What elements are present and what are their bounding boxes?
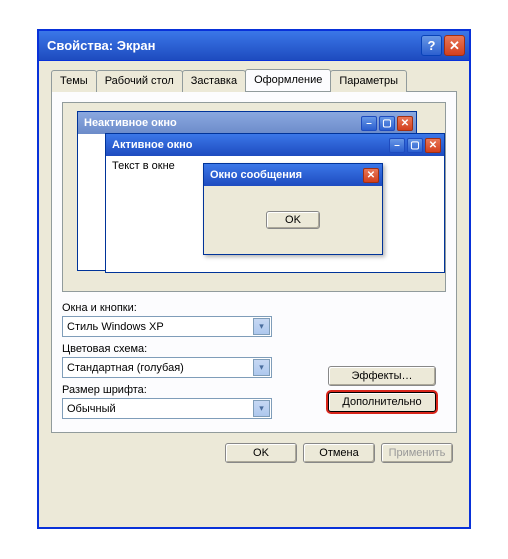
preview-active-titlebar: Активное окно – ▢ ✕ xyxy=(106,134,444,156)
preview-msgbox: Окно сообщения ✕ OK xyxy=(203,163,383,255)
preview-msgbox-title: Окно сообщения xyxy=(210,169,361,181)
maximize-icon: ▢ xyxy=(407,138,423,153)
preview-msgbox-body: OK xyxy=(204,186,382,254)
combo-scheme-value: Стандартная (голубая) xyxy=(67,362,253,374)
titlebar: Свойства: Экран ? ✕ xyxy=(39,31,469,61)
chevron-down-icon: ▾ xyxy=(253,318,270,335)
cancel-button[interactable]: Отмена xyxy=(303,443,375,463)
close-icon: ✕ xyxy=(363,168,379,183)
label-windows-buttons: Окна и кнопки: xyxy=(62,302,446,314)
combo-scheme[interactable]: Стандартная (голубая) ▾ xyxy=(62,357,272,378)
preview-sample-text: Текст в окне xyxy=(112,160,175,172)
preview-msgbox-titlebar: Окно сообщения ✕ xyxy=(204,164,382,186)
help-button[interactable]: ? xyxy=(421,35,442,56)
combo-style[interactable]: Стиль Windows XP ▾ xyxy=(62,316,272,337)
tab-screensaver[interactable]: Заставка xyxy=(182,70,246,92)
tab-body-appearance: Неактивное окно – ▢ ✕ Активное окно – ▢ … xyxy=(51,91,457,433)
combo-fontsize[interactable]: Обычный ▾ xyxy=(62,398,272,419)
close-icon: ✕ xyxy=(397,116,413,131)
display-properties-dialog: Свойства: Экран ? ✕ Темы Рабочий стол За… xyxy=(38,30,470,528)
combo-fontsize-value: Обычный xyxy=(67,403,253,415)
controls-area: Окна и кнопки: Стиль Windows XP ▾ Цветов… xyxy=(62,302,446,422)
chevron-down-icon: ▾ xyxy=(253,400,270,417)
right-buttons: Эффекты… Дополнительно xyxy=(328,366,436,412)
close-icon: ✕ xyxy=(425,138,441,153)
client-area: Темы Рабочий стол Заставка Оформление Па… xyxy=(39,61,469,473)
tab-appearance[interactable]: Оформление xyxy=(245,69,331,91)
close-button[interactable]: ✕ xyxy=(444,35,465,56)
window-title: Свойства: Экран xyxy=(47,38,419,53)
advanced-button[interactable]: Дополнительно xyxy=(328,392,436,412)
preview-inactive-titlebar: Неактивное окно – ▢ ✕ xyxy=(78,112,416,134)
minimize-icon: – xyxy=(361,116,377,131)
minimize-icon: – xyxy=(389,138,405,153)
preview-inactive-title: Неактивное окно xyxy=(84,117,359,129)
effects-button[interactable]: Эффекты… xyxy=(328,366,436,386)
tabstrip: Темы Рабочий стол Заставка Оформление Па… xyxy=(51,69,457,91)
chevron-down-icon: ▾ xyxy=(253,359,270,376)
dialog-buttons: OK Отмена Применить xyxy=(51,443,457,463)
apply-button[interactable]: Применить xyxy=(381,443,453,463)
ok-button[interactable]: OK xyxy=(225,443,297,463)
tab-desktop[interactable]: Рабочий стол xyxy=(96,70,183,92)
label-color-scheme: Цветовая схема: xyxy=(62,343,446,355)
preview-msgbox-ok: OK xyxy=(266,211,320,229)
style-preview: Неактивное окно – ▢ ✕ Активное окно – ▢ … xyxy=(62,102,446,292)
maximize-icon: ▢ xyxy=(379,116,395,131)
tab-settings[interactable]: Параметры xyxy=(330,70,407,92)
combo-style-value: Стиль Windows XP xyxy=(67,321,253,333)
preview-active-title: Активное окно xyxy=(112,139,387,151)
tab-themes[interactable]: Темы xyxy=(51,70,97,92)
